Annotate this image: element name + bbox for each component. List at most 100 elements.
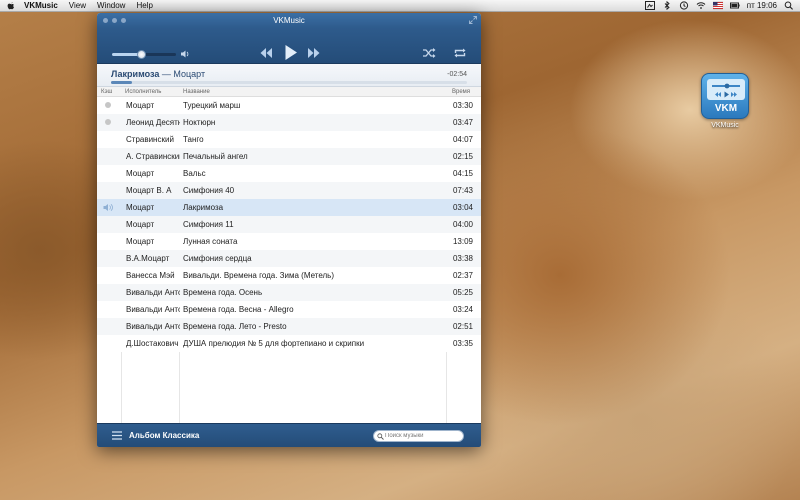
- track-row[interactable]: Вивальди АнтониоВремена года. Весна - Al…: [97, 301, 481, 318]
- track-row[interactable]: В.А.Моцарт Симфония сердца 03:38: [97, 250, 481, 267]
- track-duration: 02:37: [452, 271, 473, 280]
- repeat-icon[interactable]: [453, 47, 467, 59]
- wifi-icon[interactable]: [696, 1, 706, 10]
- column-header-cache[interactable]: Кэш: [101, 89, 112, 95]
- track-row[interactable]: Д.Шостакович ДУША прелюдия № 5 для фортеп…: [97, 335, 481, 352]
- search-icon: [377, 433, 384, 440]
- cache-indicator-icon: [105, 119, 111, 125]
- track-duration: 02:51: [452, 322, 473, 331]
- track-artist: Ванесса Мэй: [126, 271, 175, 280]
- track-artist: Моцарт В. А: [126, 186, 172, 195]
- track-row[interactable]: Вивальди АнтониоВремена года. Лето - Pre…: [97, 318, 481, 335]
- track-row[interactable]: Моцарт В. А Симфония 40 07:43: [97, 182, 481, 199]
- track-row[interactable]: Стравинский Танго 04:07: [97, 131, 481, 148]
- search-box[interactable]: [373, 430, 464, 442]
- player-toolbar: [97, 28, 481, 64]
- menu-view[interactable]: View: [69, 0, 86, 12]
- track-duration: 03:24: [452, 305, 473, 314]
- track-progress-slider[interactable]: [111, 81, 467, 84]
- track-list[interactable]: Моцарт Турецкий марш 03:30 Леонид Десятн. Но…: [97, 97, 481, 423]
- track-duration: 04:07: [452, 135, 473, 144]
- track-artist: А. Стравинский: [126, 152, 180, 161]
- track-duration: 03:04: [452, 203, 473, 212]
- zoom-window-button[interactable]: [121, 18, 126, 23]
- speaker-icon[interactable]: [180, 49, 190, 59]
- apple-icon[interactable]: [6, 1, 16, 11]
- track-list-header: Кэш Исполнитель Название Время: [97, 87, 481, 97]
- track-artist: Моцарт: [126, 203, 155, 212]
- next-track-icon[interactable]: [307, 47, 321, 59]
- track-row[interactable]: Моцарт Лунная соната 13:09: [97, 233, 481, 250]
- minimize-window-button[interactable]: [112, 18, 117, 23]
- bluetooth-icon[interactable]: [662, 1, 672, 10]
- track-row[interactable]: Моцарт Лакримоза 03:04: [97, 199, 481, 216]
- track-artist: Стравинский: [126, 135, 174, 144]
- playlist-menu-icon[interactable]: [112, 431, 122, 440]
- app-icon-text: VKM: [714, 103, 738, 114]
- now-playing-separator: —: [159, 69, 174, 79]
- track-title: Турецкий марш: [183, 101, 241, 110]
- track-artist: Вивальди Антонио: [126, 288, 180, 297]
- track-title: Лунная соната: [183, 237, 238, 246]
- volume-knob[interactable]: [136, 50, 146, 59]
- track-artist: Д.Шостакович: [126, 339, 179, 348]
- remaining-time: -02:54: [447, 71, 467, 78]
- column-header-artist[interactable]: Исполнитель: [125, 89, 161, 95]
- volume-slider[interactable]: [112, 50, 176, 59]
- track-title: Симфония 11: [183, 220, 234, 229]
- track-artist: В.А.Моцарт: [126, 254, 170, 263]
- menubar-tray: пт 19:06: [644, 0, 800, 12]
- track-row[interactable]: Леонид Десятн. Ноктюрн 03:47: [97, 114, 481, 131]
- track-duration: 03:47: [452, 118, 473, 127]
- cache-indicator-icon: [105, 102, 111, 108]
- column-header-time[interactable]: Время: [452, 89, 470, 95]
- desktop-icon-label[interactable]: VKMusic: [700, 122, 750, 129]
- track-title: Времена года. Весна - Allegro: [183, 305, 294, 314]
- menubar: VKMusic View Window Help пт 19:06: [0, 0, 800, 12]
- battery-icon[interactable]: [729, 1, 740, 10]
- close-window-button[interactable]: [103, 18, 108, 23]
- track-row[interactable]: А. Стравинский Печальный ангел 02:15: [97, 148, 481, 165]
- track-title: Вальс: [183, 169, 206, 178]
- now-playing-artist: Моцарт: [173, 69, 206, 79]
- spotlight-search-icon[interactable]: [784, 1, 794, 10]
- track-duration: 05:25: [452, 288, 473, 297]
- window-titlebar[interactable]: VKMusic: [97, 13, 481, 28]
- desktop-icon-vkmusic[interactable]: VKM VKMusic: [700, 73, 750, 135]
- us-flag-icon[interactable]: [712, 1, 723, 10]
- track-duration: 04:15: [452, 169, 473, 178]
- app-icon-controls-icon: [712, 83, 740, 98]
- track-artist: Вивальди Антонио: [126, 305, 180, 314]
- app-icon-screen: [707, 79, 745, 100]
- clock[interactable]: пт 19:06: [747, 0, 777, 12]
- track-artist: Вивальди Антонио: [126, 322, 180, 331]
- track-artist: Моцарт: [126, 237, 155, 246]
- track-duration: 04:00: [452, 220, 473, 229]
- track-artist: Леонид Десятн.: [126, 118, 180, 127]
- window-footer: Альбом Классика: [97, 423, 481, 447]
- fullscreen-icon[interactable]: [469, 16, 477, 24]
- shuffle-icon[interactable]: [422, 47, 436, 59]
- track-title: Ноктюрн: [183, 118, 216, 127]
- time-machine-icon[interactable]: [679, 1, 689, 10]
- track-row[interactable]: Моцарт Турецкий марш 03:30: [97, 97, 481, 114]
- play-icon[interactable]: [284, 44, 298, 61]
- track-duration: 03:30: [452, 101, 473, 110]
- track-title: Танго: [183, 135, 204, 144]
- track-duration: 03:38: [452, 254, 473, 263]
- menu-app-name[interactable]: VKMusic: [24, 0, 58, 12]
- menu-window[interactable]: Window: [97, 0, 125, 12]
- menu-help[interactable]: Help: [136, 0, 152, 12]
- track-row[interactable]: Ванесса Мэй Вивальди. Времена года. Зима …: [97, 267, 481, 284]
- vkmusic-app-icon[interactable]: VKM: [701, 73, 749, 119]
- album-name[interactable]: Альбом Классика: [129, 431, 199, 440]
- column-header-title[interactable]: Название: [183, 89, 210, 95]
- search-input[interactable]: [385, 431, 461, 441]
- track-row[interactable]: Моцарт Симфония 11 04:00: [97, 216, 481, 233]
- track-title: Времена года. Лето - Presto: [183, 322, 287, 331]
- app-status-icon[interactable]: [644, 1, 655, 10]
- window-title: VKMusic: [273, 16, 305, 25]
- track-row[interactable]: Вивальди АнтониоВремена года. Осень 05:25: [97, 284, 481, 301]
- previous-track-icon[interactable]: [259, 47, 273, 59]
- track-row[interactable]: Моцарт Вальс 04:15: [97, 165, 481, 182]
